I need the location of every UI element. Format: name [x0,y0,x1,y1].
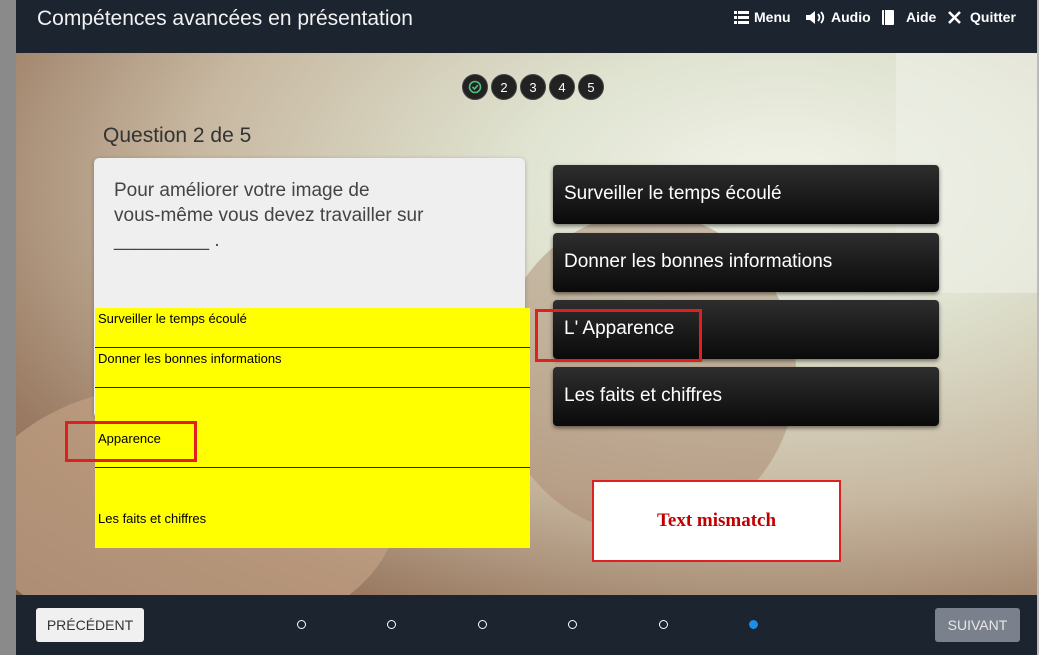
step-4[interactable]: 4 [549,74,575,100]
left-margin [0,0,16,655]
page-dot[interactable] [297,620,306,629]
mismatch-annotation: Text mismatch [592,480,841,562]
bottom-bar: PRÉCÉDENT SUIVANT [16,595,1037,655]
question-progress: 2 3 4 5 [462,74,604,100]
choice-button[interactable]: Les faits et chiffres [553,367,939,426]
table-row: Surveiller le temps écoulé [95,308,530,348]
table-cell: Les faits et chiffres [98,511,207,526]
previous-button[interactable]: PRÉCÉDENT [36,608,144,642]
check-circle-icon [468,80,482,94]
mismatch-highlight-table [65,421,197,462]
close-icon [948,10,961,24]
menu-label: Menu [754,9,791,25]
help-label: Aide [906,9,937,25]
table-cell: Surveiller le temps écoulé [98,311,247,326]
mismatch-highlight-choice [535,309,702,362]
page-dot[interactable] [568,620,577,629]
audio-button[interactable]: Audio [806,9,871,25]
step-2[interactable]: 2 [491,74,517,100]
choice-button[interactable]: Donner les bonnes informations [553,233,939,292]
page-dot[interactable] [478,620,487,629]
step-3[interactable]: 3 [520,74,546,100]
book-icon [882,9,894,25]
page-dot[interactable] [387,620,396,629]
table-cell: Donner les bonnes informations [98,351,282,366]
question-text-line: vous-même vous devez travailler sur [114,205,424,226]
question-text: Pour améliorer votre image de vous-même … [114,178,494,253]
table-row: Les faits et chiffres [95,468,530,548]
question-counter: Question 2 de 5 [103,124,252,147]
next-button[interactable]: SUIVANT [935,608,1020,642]
question-blank: _________ . [114,230,220,251]
audio-label: Audio [831,9,871,25]
app-title: Compétences avancées en présentation [37,7,413,30]
menu-button[interactable]: Menu [734,9,791,25]
top-bar: Compétences avancées en présentation Men… [16,0,1037,53]
page-dot[interactable] [659,620,668,629]
help-button[interactable]: Aide [882,9,936,25]
choice-button[interactable]: Surveiller le temps écoulé [553,165,939,224]
speaker-icon [806,10,825,24]
quit-label: Quitter [970,9,1016,25]
slide-stage: 2 3 4 5 Question 2 de 5 Pour améliorer v… [16,53,1037,595]
question-text-line: Pour améliorer votre image de [114,180,370,201]
page-dot-active[interactable] [749,620,758,629]
menu-icon [734,10,749,24]
step-5[interactable]: 5 [578,74,604,100]
step-completed[interactable] [462,74,488,100]
table-row: Donner les bonnes informations [95,348,530,388]
quit-button[interactable]: Quitter [948,9,1016,25]
